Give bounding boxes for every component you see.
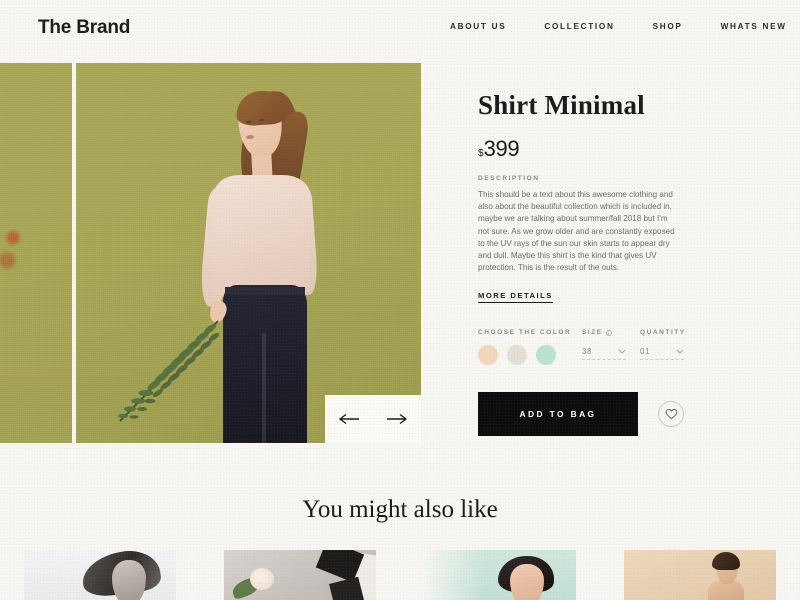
brand-logo[interactable]: The Brand (38, 17, 130, 39)
thumbnail-portrait-greyscale[interactable] (0, 550, 200, 600)
description-label: DESCRIPTION (478, 175, 540, 182)
product-description: This should be a text about this awesome… (478, 190, 675, 273)
product-options: CHOOSE THE COLOR SIZE i 38 QUANTITY 01 (478, 329, 708, 366)
color-label: CHOOSE THE COLOR (478, 329, 572, 337)
size-value: 38 (582, 347, 593, 357)
gallery-next-arrow-icon[interactable] (386, 413, 408, 425)
add-to-bag-button[interactable]: ADD TO BAG (478, 392, 638, 437)
size-select[interactable]: 38 (582, 347, 626, 361)
nav-item-shop[interactable]: SHOP (653, 22, 683, 31)
color-swatch-mint[interactable] (536, 345, 556, 366)
more-details-link[interactable]: MORE DETAILS (478, 291, 553, 304)
size-info-icon[interactable]: i (605, 329, 612, 336)
thumbnail-flatlay-flowers[interactable] (200, 550, 400, 600)
quantity-value: 01 (640, 347, 651, 357)
product-cta-row: ADD TO BAG (478, 392, 708, 437)
color-swatches (478, 345, 582, 366)
heart-icon (665, 409, 677, 420)
chevron-down-icon (676, 349, 684, 355)
size-option-group: SIZE i 38 (582, 329, 640, 365)
size-label-row: SIZE i (582, 329, 640, 336)
quantity-select[interactable]: 01 (640, 347, 684, 361)
wishlist-button[interactable] (658, 401, 684, 428)
nav-item-whats-new[interactable]: WHATS NEW (721, 22, 787, 31)
price-amount: 399 (483, 136, 520, 161)
quantity-option-group: QUANTITY 01 (640, 329, 698, 365)
color-swatch-beige[interactable] (507, 345, 527, 366)
quantity-label: QUANTITY (640, 329, 686, 337)
size-label: SIZE (582, 329, 603, 337)
product-main-image[interactable] (76, 63, 421, 443)
nav-item-collection[interactable]: COLLECTION (544, 22, 614, 31)
gallery-prev-arrow-icon[interactable] (338, 413, 360, 425)
product-title: Shirt Minimal (478, 90, 645, 120)
chevron-down-icon (618, 349, 626, 355)
model-photo-illustration (76, 63, 421, 443)
product-price: $ 399 (478, 136, 708, 162)
color-option-group: CHOOSE THE COLOR (478, 329, 582, 366)
site-header: The Brand ABOUT US COLLECTION SHOP WHATS… (0, 0, 800, 58)
fern-branch-icon (118, 320, 220, 422)
also-like-thumbnails (0, 550, 800, 600)
also-like-title: You might also like (302, 496, 498, 523)
main-nav: ABOUT US COLLECTION SHOP WHATS NEW (450, 22, 787, 31)
color-swatch-peach[interactable] (478, 345, 498, 366)
product-details: Shirt Minimal $ 399 DESCRIPTION This sho… (478, 90, 708, 437)
product-gallery (0, 63, 421, 443)
thumbnail-portrait-tan[interactable] (600, 550, 800, 600)
gallery-arrow-controls (325, 395, 421, 443)
gallery-previous-slide-preview[interactable] (0, 63, 72, 443)
nav-item-about-us[interactable]: ABOUT US (450, 22, 506, 31)
quantity-label-row: QUANTITY (640, 329, 698, 336)
thumbnail-portrait-mint[interactable] (400, 550, 600, 600)
